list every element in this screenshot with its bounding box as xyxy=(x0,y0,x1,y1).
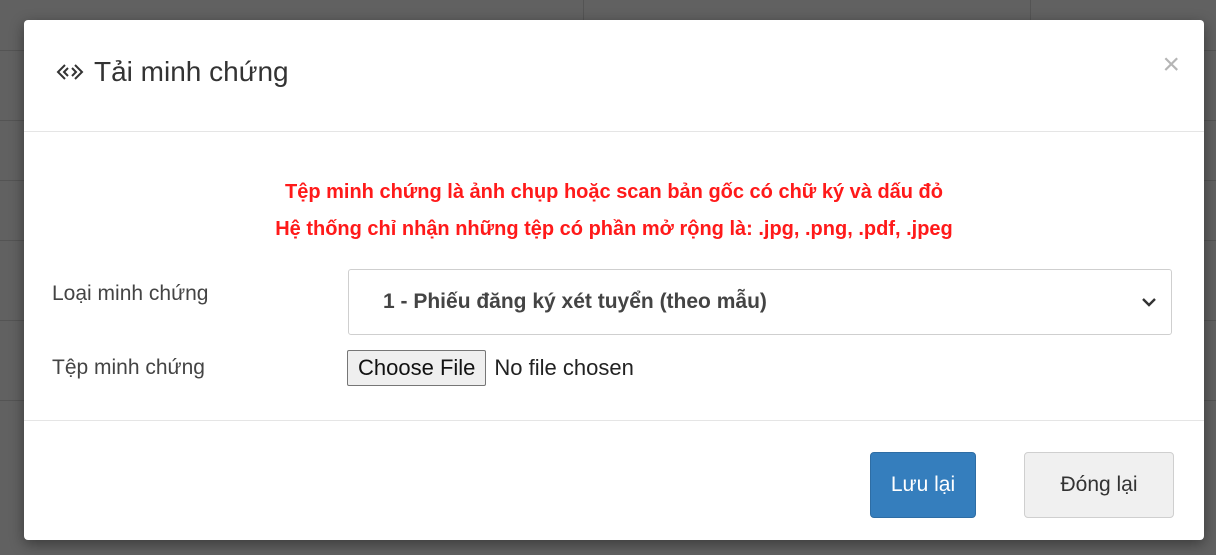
file-status: No file chosen xyxy=(494,355,634,380)
evidence-file-label: Tệp minh chứng xyxy=(52,356,205,379)
evidence-type-label: Loại minh chứng xyxy=(52,282,209,305)
evidence-type-selected: 1 - Phiếu đăng ký xét tuyển (theo mẫu) xyxy=(383,290,767,313)
modal-title: Tải minh chứng xyxy=(56,56,289,88)
choose-file-button[interactable]: Choose File xyxy=(347,350,487,386)
upload-evidence-dialog: Tải minh chứng × Tệp minh chứng là ảnh c… xyxy=(24,20,1204,540)
chevron-down-icon xyxy=(1142,298,1156,307)
file-input[interactable]: Choose File No file chosen xyxy=(347,350,634,386)
modal-header: Tải minh chứng × xyxy=(24,20,1204,132)
save-button[interactable]: Lưu lại xyxy=(870,452,976,518)
close-button[interactable]: Đóng lại xyxy=(1024,452,1174,518)
modal-footer-divider xyxy=(24,420,1204,421)
link-icon xyxy=(56,64,84,80)
modal-title-text: Tải minh chứng xyxy=(94,56,289,87)
close-icon[interactable]: × xyxy=(1162,50,1180,80)
notice-line: Tệp minh chứng là ảnh chụp hoặc scan bản… xyxy=(285,181,943,203)
notice-line: Hệ thống chỉ nhận những tệp có phần mở r… xyxy=(275,218,953,240)
notice-message: Tệp minh chứng là ảnh chụp hoặc scan bản… xyxy=(24,174,1204,248)
evidence-type-select[interactable]: 1 - Phiếu đăng ký xét tuyển (theo mẫu) xyxy=(348,269,1172,335)
